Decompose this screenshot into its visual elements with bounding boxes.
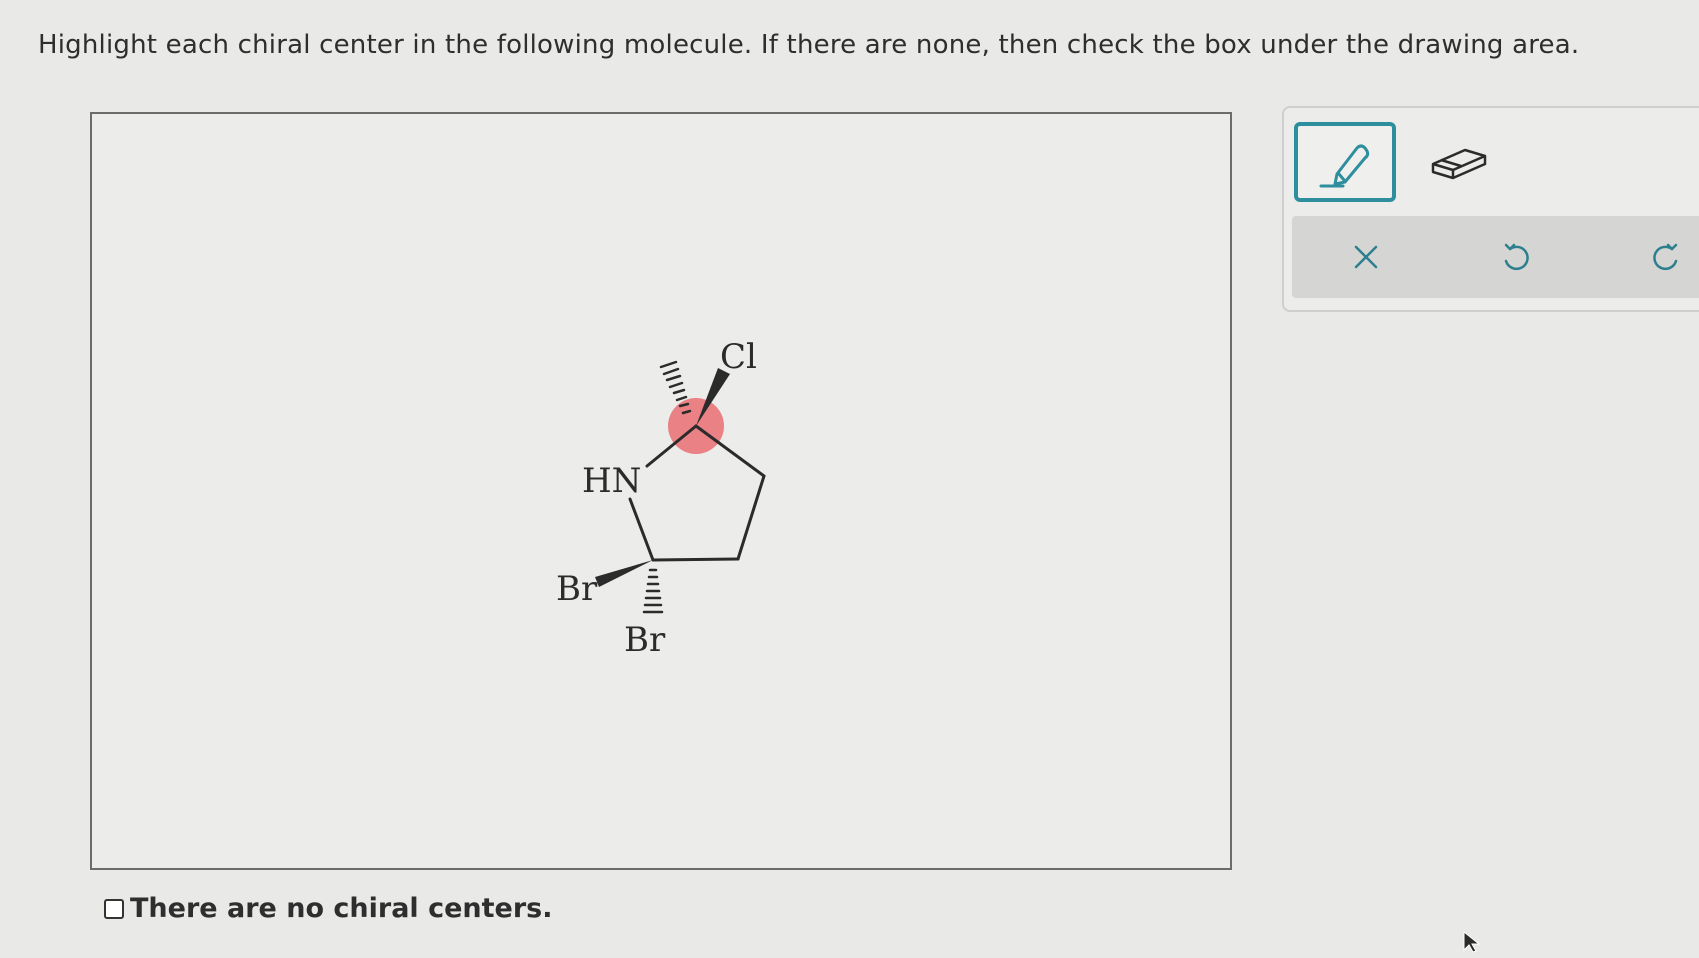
molecule-structure: Cl HN Br Br bbox=[556, 337, 766, 660]
question-text: Highlight each chiral center in the foll… bbox=[38, 30, 1580, 60]
close-icon bbox=[1354, 245, 1378, 269]
undo-icon bbox=[1504, 243, 1529, 271]
no-chiral-centers-checkbox[interactable] bbox=[104, 898, 124, 919]
redo-button[interactable] bbox=[1626, 216, 1699, 298]
drawing-toolbar bbox=[1282, 106, 1699, 312]
pencil-tool-button[interactable] bbox=[1294, 122, 1396, 202]
action-bar bbox=[1292, 216, 1699, 298]
no-chiral-centers-option[interactable]: There are no chiral centers. bbox=[104, 893, 552, 924]
clear-button[interactable] bbox=[1326, 216, 1406, 298]
drawing-area[interactable]: Cl HN Br Br bbox=[90, 112, 1232, 870]
atom-label-cl: Cl bbox=[720, 337, 757, 377]
atom-label-hn: HN bbox=[582, 461, 641, 501]
atom-label-br-bottom: Br bbox=[624, 620, 666, 660]
redo-icon bbox=[1653, 243, 1678, 271]
no-chiral-centers-label: There are no chiral centers. bbox=[130, 893, 553, 924]
pencil-icon bbox=[1319, 144, 1370, 188]
eraser-tool-button[interactable] bbox=[1424, 132, 1494, 192]
undo-button[interactable] bbox=[1476, 216, 1556, 298]
wedge-bond-br-left bbox=[595, 560, 653, 587]
hash-bond-top bbox=[659, 360, 692, 415]
atom-label-br-left: Br bbox=[556, 569, 598, 609]
hash-bond-bottom bbox=[642, 568, 664, 614]
eraser-icon bbox=[1431, 148, 1487, 180]
